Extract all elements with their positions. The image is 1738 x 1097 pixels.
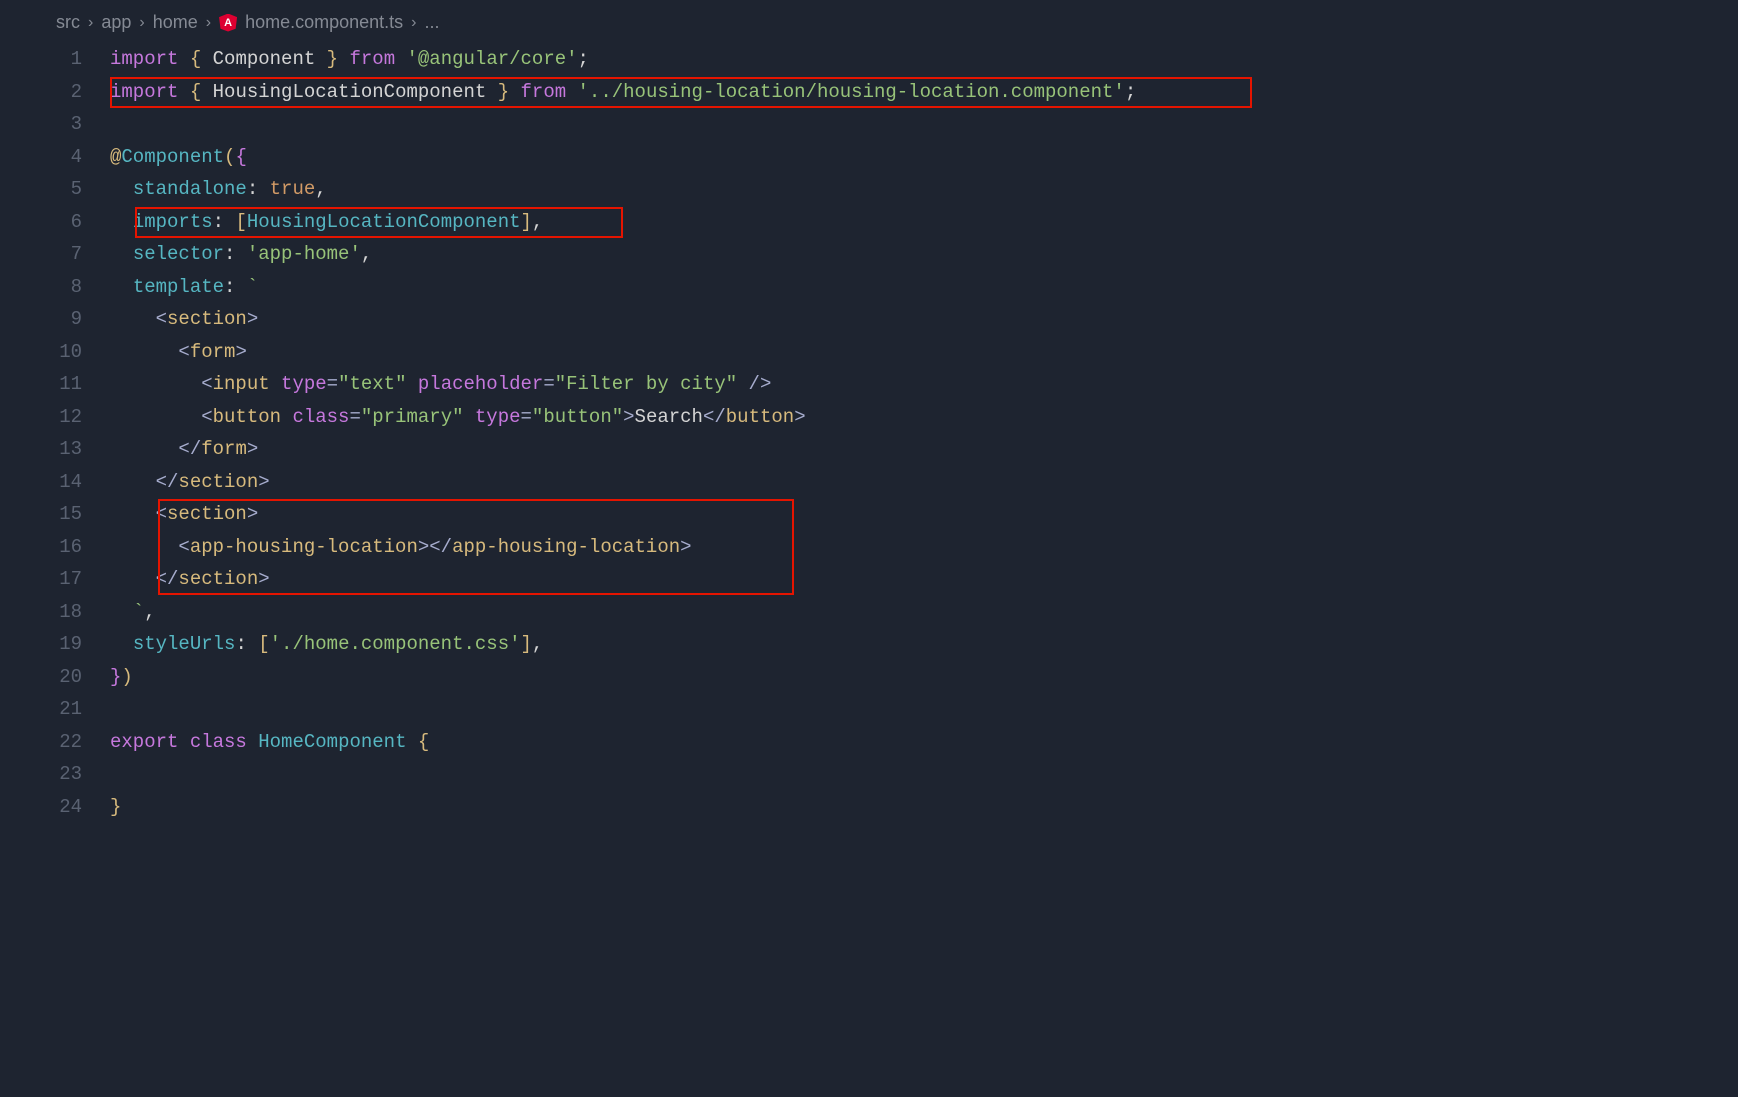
code-line[interactable] bbox=[110, 758, 1738, 791]
line-number: 15 bbox=[0, 498, 82, 531]
line-number-gutter: 1 2 3 4 5 6 7 8 9 10 11 12 13 14 15 16 1… bbox=[0, 43, 110, 823]
code-editor[interactable]: 1 2 3 4 5 6 7 8 9 10 11 12 13 14 15 16 1… bbox=[0, 43, 1738, 823]
code-line[interactable]: template: ` bbox=[110, 271, 1738, 304]
line-number: 13 bbox=[0, 433, 82, 466]
code-line[interactable]: export class HomeComponent { bbox=[110, 726, 1738, 759]
angular-icon: A bbox=[219, 14, 237, 32]
line-number: 10 bbox=[0, 336, 82, 369]
line-number: 11 bbox=[0, 368, 82, 401]
code-line[interactable]: <section> bbox=[110, 498, 1738, 531]
line-number: 1 bbox=[0, 43, 82, 76]
line-number: 17 bbox=[0, 563, 82, 596]
breadcrumb-seg-src[interactable]: src bbox=[56, 12, 80, 33]
code-line[interactable]: </form> bbox=[110, 433, 1738, 466]
line-number: 20 bbox=[0, 661, 82, 694]
code-line[interactable]: import { Component } from '@angular/core… bbox=[110, 43, 1738, 76]
line-number: 3 bbox=[0, 108, 82, 141]
code-line[interactable]: <section> bbox=[110, 303, 1738, 336]
code-line[interactable]: } bbox=[110, 791, 1738, 824]
line-number: 16 bbox=[0, 531, 82, 564]
code-line[interactable]: selector: 'app-home', bbox=[110, 238, 1738, 271]
breadcrumb-seg-home[interactable]: home bbox=[153, 12, 198, 33]
code-line[interactable] bbox=[110, 108, 1738, 141]
code-line[interactable]: }) bbox=[110, 661, 1738, 694]
line-number: 23 bbox=[0, 758, 82, 791]
breadcrumb-symbol[interactable]: ... bbox=[424, 12, 439, 33]
code-line[interactable]: <app-housing-location></app-housing-loca… bbox=[110, 531, 1738, 564]
line-number: 7 bbox=[0, 238, 82, 271]
code-line[interactable]: `, bbox=[110, 596, 1738, 629]
chevron-right-icon: › bbox=[411, 14, 416, 32]
code-line[interactable]: </section> bbox=[110, 563, 1738, 596]
code-line[interactable]: </section> bbox=[110, 466, 1738, 499]
line-number: 9 bbox=[0, 303, 82, 336]
code-line[interactable]: imports: [HousingLocationComponent], bbox=[110, 206, 1738, 239]
code-column[interactable]: import { Component } from '@angular/core… bbox=[110, 43, 1738, 823]
chevron-right-icon: › bbox=[206, 14, 211, 32]
line-number: 21 bbox=[0, 693, 82, 726]
line-number: 24 bbox=[0, 791, 82, 824]
line-number: 5 bbox=[0, 173, 82, 206]
code-line[interactable]: import { HousingLocationComponent } from… bbox=[110, 76, 1738, 109]
line-number: 22 bbox=[0, 726, 82, 759]
code-line[interactable]: <button class="primary" type="button">Se… bbox=[110, 401, 1738, 434]
line-number: 12 bbox=[0, 401, 82, 434]
chevron-right-icon: › bbox=[139, 14, 144, 32]
line-number: 2 bbox=[0, 76, 82, 109]
line-number: 14 bbox=[0, 466, 82, 499]
breadcrumb-file[interactable]: home.component.ts bbox=[245, 12, 403, 33]
code-line[interactable]: standalone: true, bbox=[110, 173, 1738, 206]
line-number: 8 bbox=[0, 271, 82, 304]
breadcrumb[interactable]: src › app › home › A home.component.ts ›… bbox=[0, 0, 1738, 43]
line-number: 6 bbox=[0, 206, 82, 239]
line-number: 4 bbox=[0, 141, 82, 174]
code-line[interactable]: <input type="text" placeholder="Filter b… bbox=[110, 368, 1738, 401]
line-number: 18 bbox=[0, 596, 82, 629]
code-line[interactable]: @Component({ bbox=[110, 141, 1738, 174]
line-number: 19 bbox=[0, 628, 82, 661]
code-line[interactable]: <form> bbox=[110, 336, 1738, 369]
code-line[interactable]: styleUrls: ['./home.component.css'], bbox=[110, 628, 1738, 661]
code-line[interactable] bbox=[110, 693, 1738, 726]
chevron-right-icon: › bbox=[88, 14, 93, 32]
breadcrumb-seg-app[interactable]: app bbox=[101, 12, 131, 33]
